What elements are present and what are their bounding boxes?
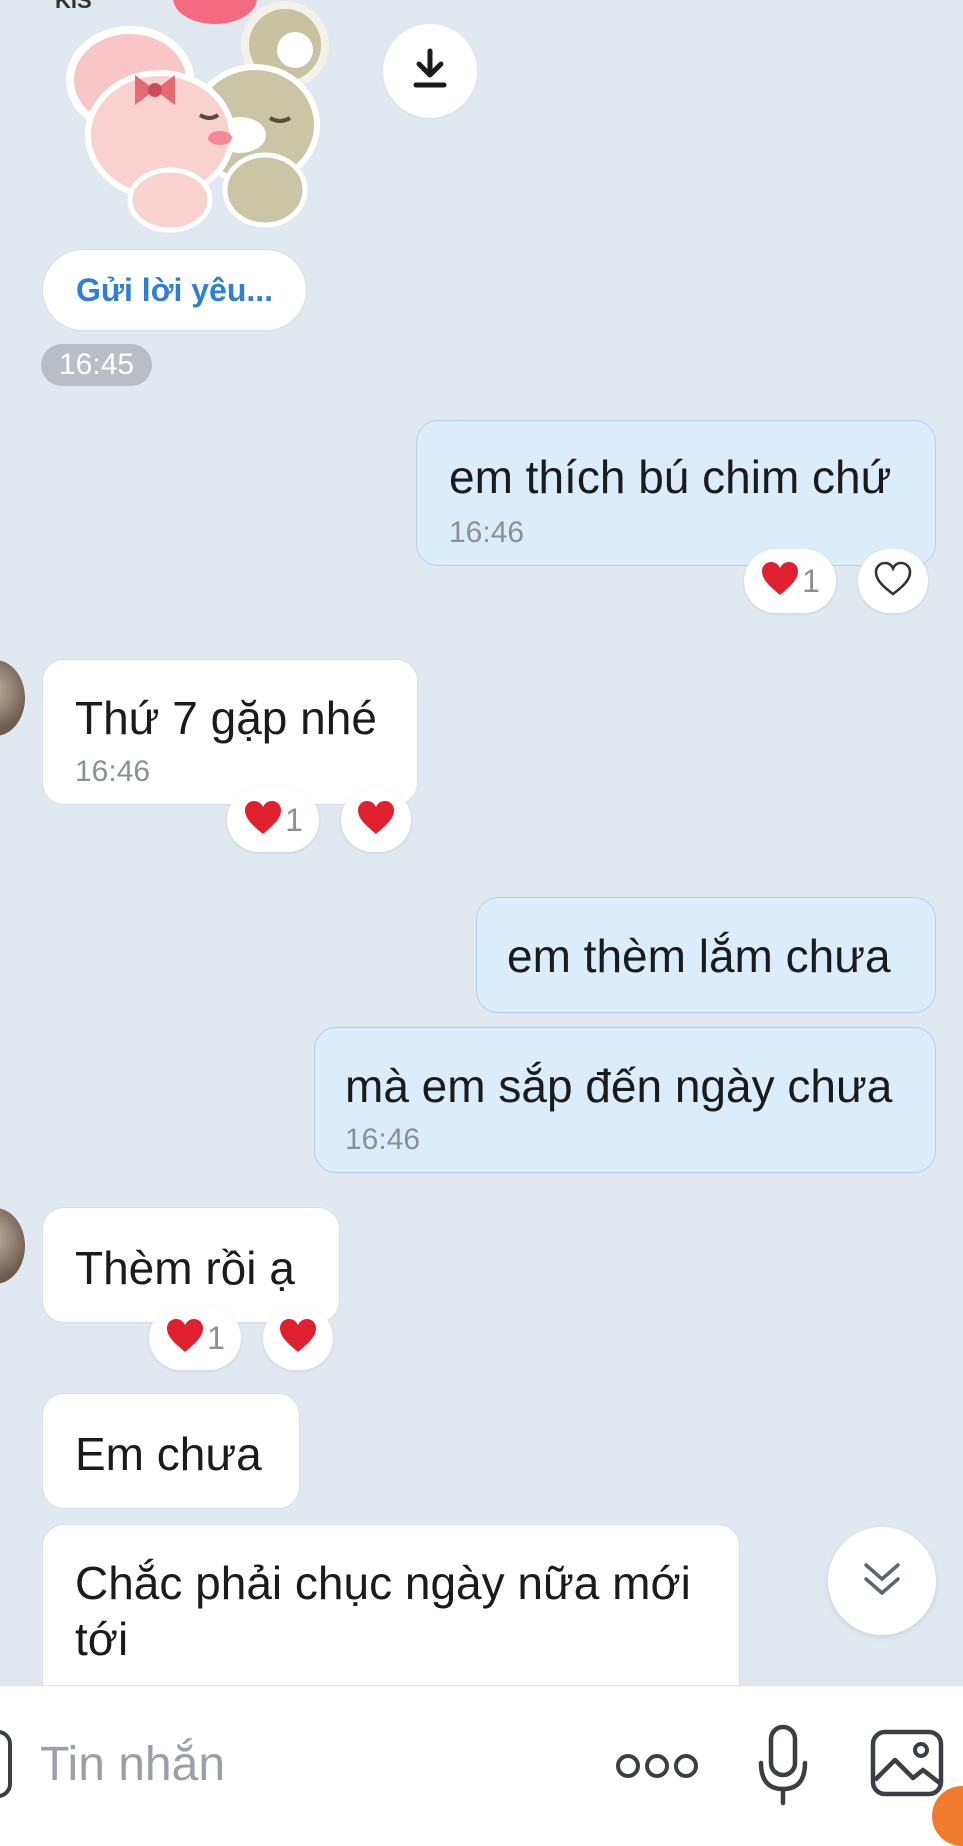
reaction-count: 1 [285,801,303,838]
sticker-image[interactable]: KIS [40,0,370,235]
heart-filled-icon [278,1318,318,1359]
message-text: Em chưa [75,1428,262,1480]
message-text-line2: tới [75,1613,129,1665]
message-bubble-outgoing[interactable]: em thèm lắm chưa [476,897,936,1013]
image-icon[interactable] [866,1722,948,1804]
chevron-double-down-icon [860,1557,904,1606]
reaction-count: 1 [207,1319,225,1356]
message-bubble-incoming[interactable]: Chắc phải chục ngày nữa mới tới [42,1524,740,1704]
scroll-to-bottom-button[interactable] [828,1527,936,1635]
heart-filled-icon [165,1318,205,1359]
more-dots-icon[interactable] [612,1736,702,1796]
sticker-timestamp: 16:45 [41,344,153,386]
heart-filled-icon [243,800,283,841]
emoji-icon[interactable] [0,1730,12,1798]
message-text: mà em sắp đến ngày chưa [345,1060,893,1112]
message-bubble-incoming[interactable]: Thứ 7 gặp nhé 16:46 [42,659,418,805]
link-preview-button[interactable]: Gửi lời yêu... [42,249,307,331]
link-preview-label: Gửi lời yêu... [75,271,274,308]
message-input[interactable] [40,1724,560,1804]
react-heart-button[interactable] [858,549,928,613]
message-text: em thích bú chim chứ [449,451,892,503]
message-time: 16:46 [75,755,151,788]
message-text-line1: Chắc phải chục ngày nữa mới [75,1557,691,1609]
sticker-text: KIS [55,0,92,13]
message-time: 16:46 [345,1123,421,1156]
reaction-summary[interactable]: 1 [227,788,319,852]
reaction-count: 1 [802,562,820,599]
microphone-icon[interactable] [748,1716,818,1816]
message-bubble-incoming[interactable]: Em chưa [42,1393,300,1509]
message-text: em thèm lắm chưa [507,930,891,982]
reaction-summary[interactable]: 1 [744,549,836,613]
message-bubble-outgoing[interactable]: em thích bú chim chứ 16:46 [416,420,936,566]
message-time: 16:46 [449,516,525,549]
react-heart-button[interactable] [263,1306,333,1370]
heart-filled-icon [356,800,396,841]
message-text: Thứ 7 gặp nhé [75,692,377,744]
composer-bar [0,1685,963,1846]
contact-avatar[interactable] [0,1208,25,1284]
contact-avatar[interactable] [0,660,25,736]
reaction-summary[interactable]: 1 [149,1306,241,1370]
heart-outline-icon [873,561,913,602]
react-heart-button[interactable] [341,788,411,852]
message-bubble-outgoing[interactable]: mà em sắp đến ngày chưa 16:46 [314,1027,936,1173]
download-button[interactable] [383,24,477,118]
message-text: Thèm rồi ạ [75,1242,295,1294]
heart-filled-icon [760,561,800,602]
download-icon [410,47,450,96]
